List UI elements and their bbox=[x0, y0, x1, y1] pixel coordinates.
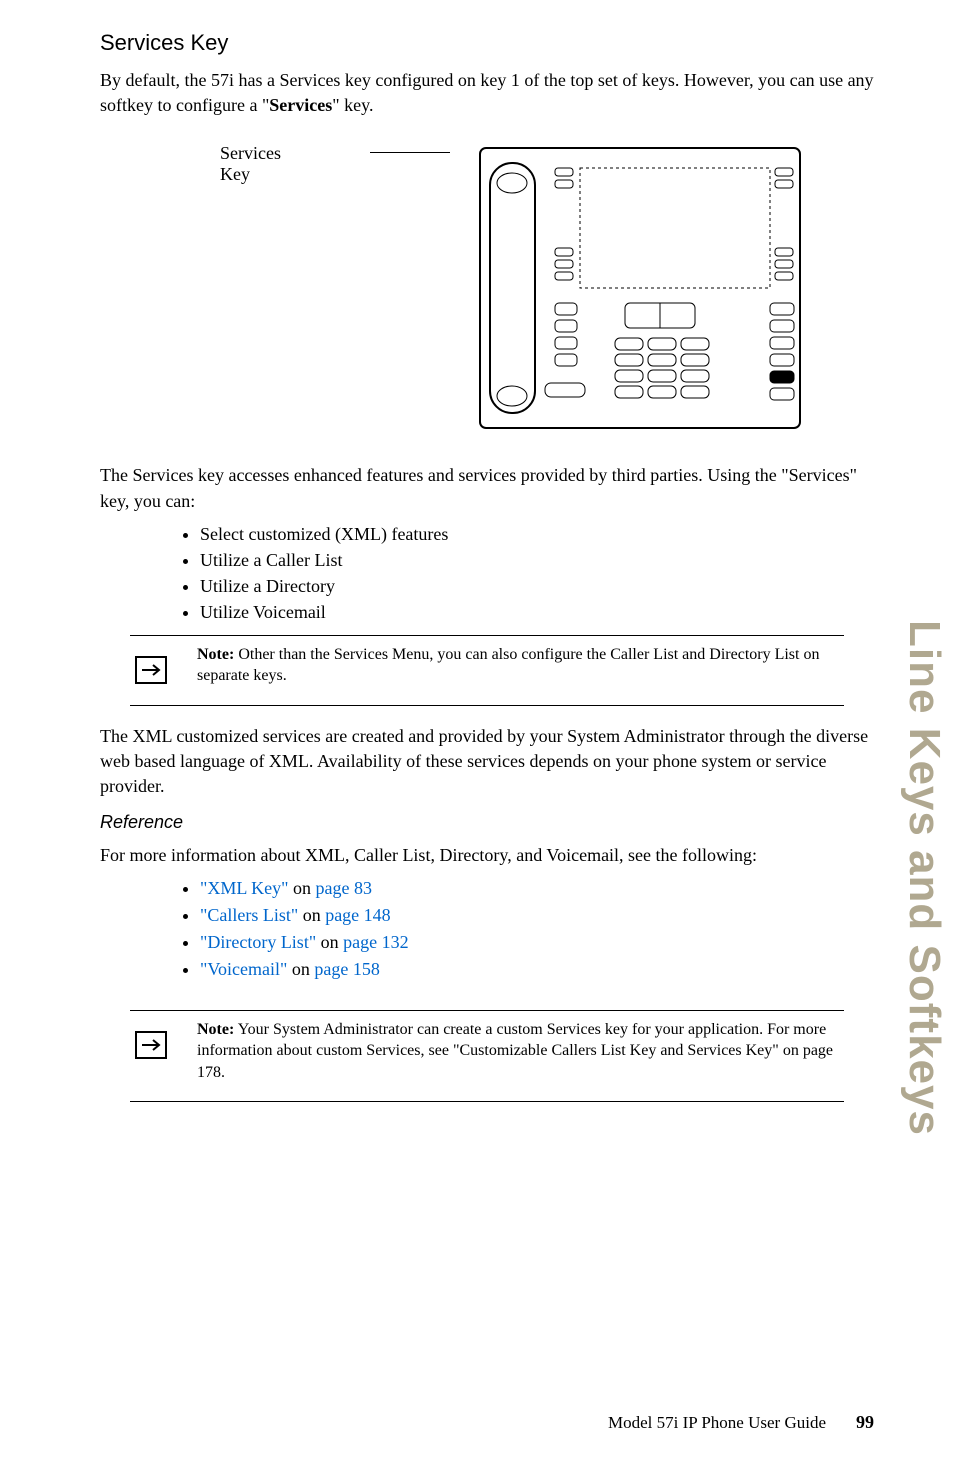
link-sep: on bbox=[287, 959, 314, 979]
link-directory-list[interactable]: "Directory List" bbox=[200, 932, 316, 952]
list-item: Utilize a Caller List bbox=[200, 550, 874, 571]
link-page-83[interactable]: page 83 bbox=[316, 878, 372, 898]
list-item: "Directory List" on page 132 bbox=[200, 932, 874, 953]
intro-bold: Services bbox=[269, 95, 332, 115]
figure-label-line2: Key bbox=[220, 164, 250, 184]
reference-heading: Reference bbox=[100, 812, 874, 833]
list-item: "Callers List" on page 148 bbox=[200, 905, 874, 926]
link-sep: on bbox=[289, 878, 316, 898]
link-page-148[interactable]: page 148 bbox=[325, 905, 390, 925]
link-voicemail[interactable]: "Voicemail" bbox=[200, 959, 287, 979]
link-page-158[interactable]: page 158 bbox=[314, 959, 379, 979]
link-xml-key[interactable]: "XML Key" bbox=[200, 878, 289, 898]
figure-callout-label: Services Key bbox=[220, 143, 370, 185]
list-item: Utilize Voicemail bbox=[200, 602, 874, 623]
note-block-1: Note: Other than the Services Menu, you … bbox=[130, 635, 844, 706]
list-item: "Voicemail" on page 158 bbox=[200, 959, 874, 980]
list-item: Utilize a Directory bbox=[200, 576, 874, 597]
reference-intro: For more information about XML, Caller L… bbox=[100, 843, 874, 868]
features-list: Select customized (XML) features Utilize… bbox=[200, 524, 874, 623]
list-item: Select customized (XML) features bbox=[200, 524, 874, 545]
note-text: Note: Your System Administrator can crea… bbox=[197, 1019, 844, 1084]
arrow-right-icon bbox=[135, 656, 167, 684]
phone-figure: Services Key bbox=[100, 138, 874, 438]
footer-guide-title: Model 57i IP Phone User Guide bbox=[608, 1413, 826, 1433]
note-body: Other than the Services Menu, you can al… bbox=[197, 646, 819, 685]
section-heading: Services Key bbox=[100, 30, 874, 56]
list-item: "XML Key" on page 83 bbox=[200, 878, 874, 899]
note-block-2: Note: Your System Administrator can crea… bbox=[130, 1010, 844, 1103]
intro-prefix: By default, the 57i has a Services key c… bbox=[100, 70, 874, 115]
figure-leader-line bbox=[370, 152, 450, 153]
side-tab: Line Keys and Softkeys bbox=[894, 620, 954, 1260]
figure-label-line1: Services bbox=[220, 143, 281, 163]
xml-paragraph: The XML customized services are created … bbox=[100, 724, 874, 800]
reference-link-list: "XML Key" on page 83 "Callers List" on p… bbox=[200, 878, 874, 980]
note-body: Your System Administrator can create a c… bbox=[197, 1021, 833, 1081]
page-footer: Model 57i IP Phone User Guide 99 bbox=[608, 1412, 874, 1433]
link-sep: on bbox=[316, 932, 343, 952]
phone-illustration bbox=[450, 138, 810, 438]
link-page-132[interactable]: page 132 bbox=[343, 932, 408, 952]
side-tab-label: Line Keys and Softkeys bbox=[899, 620, 949, 1136]
note-label: Note: bbox=[197, 1021, 234, 1038]
note-label: Note: bbox=[197, 646, 234, 663]
note-text: Note: Other than the Services Menu, you … bbox=[197, 644, 844, 687]
footer-page-number: 99 bbox=[856, 1412, 874, 1433]
intro-paragraph: By default, the 57i has a Services key c… bbox=[100, 68, 874, 118]
link-callers-list[interactable]: "Callers List" bbox=[200, 905, 298, 925]
link-sep: on bbox=[298, 905, 325, 925]
services-access-paragraph: The Services key accesses enhanced featu… bbox=[100, 463, 874, 513]
intro-suffix: " key. bbox=[332, 95, 373, 115]
arrow-right-icon bbox=[135, 1031, 167, 1059]
